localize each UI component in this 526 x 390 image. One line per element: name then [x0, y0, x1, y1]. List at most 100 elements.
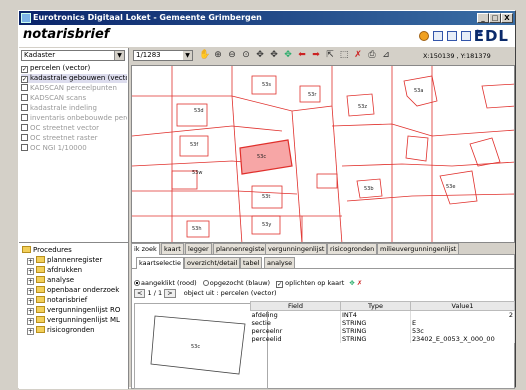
print-icon[interactable]: ⎙ [367, 50, 377, 60]
tab-vergunningenlijst[interactable]: vergunningenlijst [265, 243, 328, 254]
table-row[interactable]: afdeling INT4 2 [250, 310, 515, 319]
layer-item[interactable]: KADSCAN scans [21, 94, 127, 103]
select-pointer-icon[interactable]: ⇱ [325, 50, 335, 60]
expand-icon[interactable]: + [27, 278, 34, 285]
layer-item[interactable]: KADSCAN perceelpunten [21, 84, 127, 93]
expand-icon[interactable]: + [27, 308, 34, 315]
expand-icon[interactable]: + [27, 268, 34, 275]
tab-risicogronden[interactable]: risicogronden [327, 243, 378, 254]
map-view[interactable]: 53d 53s 53r 53f 53w 53z 53a 53c 53t 53y … [131, 65, 515, 243]
arrow-right-icon[interactable]: ➡ [311, 50, 321, 60]
subtab-overzicht-detail[interactable]: overzicht/detail [184, 257, 241, 268]
option-clicked-label: aangeklikt (rood) [141, 279, 197, 287]
layer-item[interactable]: ✓ kadastrale gebouwen (vector [21, 74, 127, 83]
clear-selection-icon[interactable]: ✗ [357, 279, 362, 287]
zoom-out-icon[interactable]: ⊖ [227, 50, 237, 60]
subtab-kaartselectie[interactable]: kaartselectie [136, 257, 184, 269]
move-icon[interactable]: ✥ [255, 50, 265, 60]
tree-item[interactable]: + afdrukken [27, 266, 82, 275]
parcel-label: 53c [257, 154, 266, 160]
folder-icon [36, 256, 45, 263]
move-icon[interactable]: ✥ [269, 50, 279, 60]
tree-item[interactable]: + plannenregister [27, 256, 102, 265]
move-icon[interactable]: ✥ [283, 50, 293, 60]
move-icon[interactable]: ✥ [349, 279, 354, 287]
next-button[interactable]: > [164, 289, 176, 298]
layer-item[interactable]: inventaris onbebouwde perce [21, 114, 127, 123]
window-icon[interactable] [461, 31, 471, 41]
arrow-left-icon[interactable]: ⬅ [297, 50, 307, 60]
expand-icon[interactable]: + [27, 258, 34, 265]
close-button[interactable]: X [501, 13, 513, 23]
checkbox-icon[interactable] [21, 84, 28, 91]
tree-item[interactable]: + vergunningenlijst RO [27, 306, 120, 315]
tree-item[interactable]: + risicogronden [27, 326, 95, 335]
tab-plannenregister[interactable]: plannenregister [213, 243, 271, 254]
tree-root[interactable]: Procedures [22, 246, 72, 255]
window-titlebar: Eurotronics Digitaal Loket - Gemeente Gr… [19, 11, 515, 25]
checkbox-icon[interactable] [21, 144, 28, 151]
measure-icon[interactable]: ⊿ [381, 50, 391, 60]
tab-milieuvergunningenlijst[interactable]: milieuvergunningenlijst [377, 243, 460, 254]
tree-item[interactable]: + vergunningenlijst ML [27, 316, 120, 325]
table-row[interactable]: perceelid STRING 23402_E_0053_X_000_00 [250, 335, 515, 343]
layer-item[interactable]: OC NGI 1/10000 [21, 144, 127, 153]
subtab-tabel[interactable]: tabel [240, 257, 263, 268]
col-header-type[interactable]: Type [340, 301, 411, 311]
tab-kaart[interactable]: kaart [161, 243, 184, 254]
scale-select[interactable]: 1/1283 ▼ [133, 50, 193, 61]
pan-hand-icon[interactable]: ✋ [199, 50, 210, 60]
layer-item[interactable]: OC streetnet vector [21, 124, 127, 133]
parcel-label: 53b [364, 186, 374, 192]
minimize-button[interactable]: _ [477, 13, 489, 23]
checkbox-checked-icon[interactable]: ✓ [276, 281, 284, 288]
col-header-value[interactable]: Value1 [410, 301, 515, 311]
radio-icon[interactable] [202, 280, 209, 286]
tree-item[interactable]: + notarisbrief [27, 296, 87, 305]
import-icon[interactable] [447, 31, 457, 41]
tab-ik-zoek[interactable]: ik zoek [131, 243, 160, 255]
table-row[interactable]: sectie STRING E [250, 319, 515, 327]
cadastral-map[interactable]: 53d 53s 53r 53f 53w 53z 53a 53c 53t 53y … [132, 66, 515, 243]
checkbox-checked-icon[interactable]: ✓ [21, 66, 28, 73]
parcel-label: 53h [192, 226, 202, 232]
checkbox-icon[interactable] [21, 114, 28, 121]
info-icon[interactable] [419, 31, 429, 41]
expand-icon[interactable]: + [27, 318, 34, 325]
layer-item[interactable]: ✓ percelen (vector) [21, 64, 127, 73]
layer-item[interactable]: OC streetnet raster [21, 134, 127, 143]
tab-legger[interactable]: legger [185, 243, 212, 254]
checkbox-icon[interactable] [21, 134, 28, 141]
expand-icon[interactable]: + [27, 298, 34, 305]
zoom-extent-icon[interactable]: ⊙ [241, 50, 251, 60]
app-icon [21, 13, 31, 23]
col-header-field[interactable]: Field [250, 301, 341, 311]
select-area-icon[interactable]: ⬚ [339, 50, 349, 60]
prev-button[interactable]: < [134, 289, 146, 298]
clear-selection-icon[interactable]: ✗ [353, 50, 363, 60]
zoom-in-icon[interactable]: ⊕ [213, 50, 223, 60]
layer-group-select[interactable]: Kadaster ▼ [21, 50, 125, 61]
layer-item[interactable]: kadastrale indeling [21, 104, 127, 113]
main-tabs: ik zoek kaart legger plannenregister ver… [131, 243, 515, 255]
subtab-divider [132, 268, 514, 269]
checkbox-icon[interactable] [21, 124, 28, 131]
expand-icon[interactable]: + [27, 288, 34, 295]
checkbox-icon[interactable] [21, 104, 28, 111]
maximize-button[interactable]: □ [489, 13, 501, 23]
export-icon[interactable] [433, 31, 443, 41]
chevron-down-icon[interactable]: ▼ [183, 51, 192, 60]
page-indicator: 1 / 1 [147, 289, 163, 297]
folder-icon [36, 276, 45, 283]
parcel-label: 53s [262, 82, 271, 88]
tree-item[interactable]: + analyse [27, 276, 74, 285]
chevron-down-icon[interactable]: ▼ [114, 51, 124, 60]
tree-item[interactable]: + openbaar onderzoek [27, 286, 119, 295]
radio-selected-icon[interactable] [134, 280, 140, 286]
subtab-analyse[interactable]: analyse [264, 257, 296, 268]
checkbox-checked-icon[interactable]: ✓ [21, 76, 28, 83]
app-window: Eurotronics Digitaal Loket - Gemeente Gr… [18, 10, 516, 389]
expand-icon[interactable]: + [27, 328, 34, 335]
table-row[interactable]: perceelnr STRING 53c [250, 327, 515, 335]
checkbox-icon[interactable] [21, 94, 28, 101]
